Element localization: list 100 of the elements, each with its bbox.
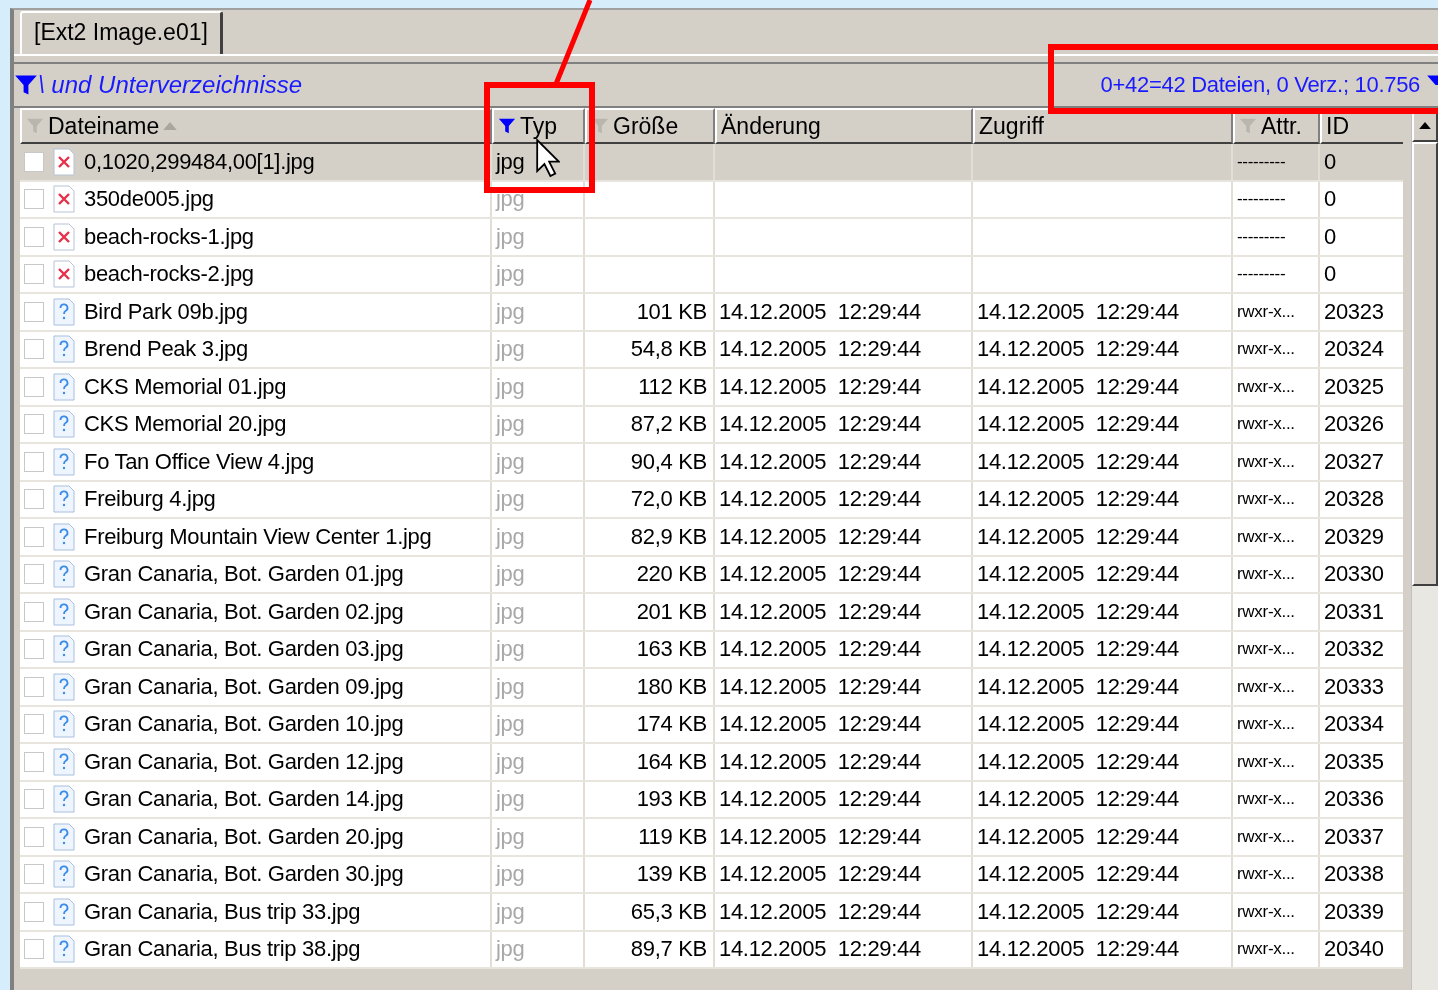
file-row[interactable]: Gran Canaria, Bot. Garden 02.jpg jpg 201 KB 14.12.2005 12:29:44 14.12.2005 12:29:44 rwxr-x... 20331: [20, 594, 1404, 632]
file-row[interactable]: CKS Memorial 01.jpg jpg 112 KB 14.12.2005 12:29:44 14.12.2005 12:29:44 rwxr-x... 20325: [20, 369, 1404, 407]
checkbox[interactable]: [24, 714, 44, 735]
file-row[interactable]: Gran Canaria, Bot. Garden 30.jpg jpg 139 KB 14.12.2005 12:29:44 14.12.2005 12:29:44 rwxr-x... 20338: [20, 856, 1404, 894]
checkbox[interactable]: [24, 526, 44, 547]
checkbox[interactable]: [24, 301, 44, 322]
date-cell: 14.12.2005 12:29:44: [977, 823, 1179, 850]
id-cell: 20329: [1324, 523, 1384, 550]
id-cell: 20340: [1324, 936, 1384, 963]
checkbox[interactable]: [24, 414, 44, 435]
file-row[interactable]: Freiburg Mountain View Center 1.jpg jpg 82,9 KB 14.12.2005 12:29:44 14.12.2005 12:29:44 rwxr-x... 20329: [20, 519, 1404, 557]
checkbox[interactable]: [24, 226, 44, 247]
scroll-thumb[interactable]: [1412, 142, 1438, 586]
id-cell: 20326: [1324, 411, 1384, 438]
id-cell: 0: [1324, 261, 1336, 288]
attributes-cell: rwxr-x...: [1237, 714, 1295, 735]
date-cell: 14.12.2005 12:29:44: [719, 861, 921, 888]
id-cell: 0: [1324, 223, 1336, 250]
file-row[interactable]: beach-rocks-2.jpg jpg --------- 0: [20, 256, 1404, 294]
file-row[interactable]: Gran Canaria, Bot. Garden 20.jpg jpg 119 KB 14.12.2005 12:29:44 14.12.2005 12:29:44 rwxr-x... 20337: [20, 819, 1404, 857]
column-header[interactable]: Änderung: [715, 108, 973, 144]
file-row[interactable]: Freiburg 4.jpg jpg 72,0 KB 14.12.2005 12:29:44 14.12.2005 12:29:44 rwxr-x... 20328: [20, 481, 1404, 519]
date-cell: 14.12.2005 12:29:44: [977, 711, 1179, 738]
file-name: Gran Canaria, Bot. Garden 30.jpg: [84, 861, 404, 888]
file-name: Brend Peak 3.jpg: [84, 336, 248, 363]
attributes-cell: rwxr-x...: [1237, 864, 1295, 885]
date-cell: 14.12.2005 12:29:44: [977, 486, 1179, 513]
file-row[interactable]: Gran Canaria, Bot. Garden 12.jpg jpg 164 KB 14.12.2005 12:29:44 14.12.2005 12:29:44 rwxr-x... 20335: [20, 744, 1404, 782]
attributes-cell: ---------: [1237, 189, 1286, 210]
checkbox[interactable]: [24, 826, 44, 847]
date-cell: 14.12.2005 12:29:44: [977, 636, 1179, 663]
file-name: Gran Canaria, Bot. Garden 12.jpg: [84, 748, 404, 775]
checkbox[interactable]: [24, 339, 44, 360]
file-name: CKS Memorial 20.jpg: [84, 411, 287, 438]
id-cell: 20335: [1324, 748, 1384, 775]
date-cell: 14.12.2005 12:29:44: [719, 561, 921, 588]
file-row[interactable]: Gran Canaria, Bus trip 38.jpg jpg 89,7 KB 14.12.2005 12:29:44 14.12.2005 12:29:44 rwxr-x... 20340: [20, 931, 1404, 969]
checkbox[interactable]: [24, 151, 44, 172]
checkbox[interactable]: [24, 864, 44, 885]
type-cell: jpg: [496, 861, 525, 888]
checkbox[interactable]: [24, 264, 44, 285]
date-cell: 14.12.2005 12:29:44: [719, 898, 921, 925]
checkbox[interactable]: [24, 564, 44, 585]
checkbox[interactable]: [24, 676, 44, 697]
file-row[interactable]: Gran Canaria, Bot. Garden 10.jpg jpg 174 KB 14.12.2005 12:29:44 14.12.2005 12:29:44 rwxr-x... 20334: [20, 706, 1404, 744]
checkbox[interactable]: [24, 789, 44, 810]
id-cell: 20327: [1324, 448, 1384, 475]
file-row[interactable]: Brend Peak 3.jpg jpg 54,8 KB 14.12.2005 12:29:44 14.12.2005 12:29:44 rwxr-x... 20324: [20, 331, 1404, 369]
file-row[interactable]: Gran Canaria, Bus trip 33.jpg jpg 65,3 KB 14.12.2005 12:29:44 14.12.2005 12:29:44 rwxr-x... 20339: [20, 894, 1404, 932]
checkbox[interactable]: [24, 376, 44, 397]
date-cell: 14.12.2005 12:29:44: [719, 711, 921, 738]
file-row[interactable]: Gran Canaria, Bot. Garden 09.jpg jpg 180 KB 14.12.2005 12:29:44 14.12.2005 12:29:44 rwxr-x... 20333: [20, 669, 1404, 707]
type-cell: jpg: [496, 636, 525, 663]
file-row[interactable]: beach-rocks-1.jpg jpg --------- 0: [20, 219, 1404, 257]
id-cell: 20331: [1324, 598, 1384, 625]
attributes-cell: ---------: [1237, 151, 1286, 172]
file-name: Gran Canaria, Bot. Garden 02.jpg: [84, 598, 404, 625]
file-row[interactable]: Gran Canaria, Bot. Garden 03.jpg jpg 163 KB 14.12.2005 12:29:44 14.12.2005 12:29:44 rwxr-x... 20332: [20, 631, 1404, 669]
date-cell: 14.12.2005 12:29:44: [977, 598, 1179, 625]
type-cell: jpg: [496, 148, 525, 175]
checkbox[interactable]: [24, 901, 44, 922]
checkbox[interactable]: [24, 939, 44, 960]
checkbox[interactable]: [24, 189, 44, 210]
type-cell: jpg: [496, 411, 525, 438]
column-header[interactable]: Dateiname: [20, 108, 492, 144]
date-cell: 14.12.2005 12:29:44: [977, 861, 1179, 888]
file-name: Bird Park 09b.jpg: [84, 298, 248, 325]
file-name: 350de005.jpg: [84, 186, 214, 213]
file-row[interactable]: Bird Park 09b.jpg jpg 101 KB 14.12.2005 12:29:44 14.12.2005 12:29:44 rwxr-x... 20323: [20, 294, 1404, 332]
file-name: Gran Canaria, Bot. Garden 03.jpg: [84, 636, 404, 663]
checkbox[interactable]: [24, 451, 44, 472]
file-row[interactable]: Fo Tan Office View 4.jpg jpg 90,4 KB 14.12.2005 12:29:44 14.12.2005 12:29:44 rwxr-x... 20327: [20, 444, 1404, 482]
id-cell: 0: [1324, 186, 1336, 213]
attributes-cell: rwxr-x...: [1237, 451, 1295, 472]
id-cell: 20334: [1324, 711, 1384, 738]
type-cell: jpg: [496, 523, 525, 550]
column-header[interactable]: Typ: [492, 108, 585, 144]
file-name: beach-rocks-1.jpg: [84, 223, 254, 250]
attributes-cell: ---------: [1237, 226, 1286, 247]
checkbox[interactable]: [24, 639, 44, 660]
date-cell: 14.12.2005 12:29:44: [977, 298, 1179, 325]
column-header[interactable]: Größe: [585, 108, 715, 144]
file-row[interactable]: Gran Canaria, Bot. Garden 14.jpg jpg 193 KB 14.12.2005 12:29:44 14.12.2005 12:29:44 rwxr-x... 20336: [20, 781, 1404, 819]
attributes-cell: rwxr-x...: [1237, 939, 1295, 960]
id-cell: 20333: [1324, 673, 1384, 700]
file-row[interactable]: 350de005.jpg jpg --------- 0: [20, 181, 1404, 219]
attributes-cell: rwxr-x...: [1237, 901, 1295, 922]
size-cell: 101 KB: [636, 298, 707, 325]
checkbox[interactable]: [24, 601, 44, 622]
type-cell: jpg: [496, 561, 525, 588]
file-row[interactable]: Gran Canaria, Bot. Garden 01.jpg jpg 220 KB 14.12.2005 12:29:44 14.12.2005 12:29:44 rwxr-x... 20330: [20, 556, 1404, 594]
file-row[interactable]: CKS Memorial 20.jpg jpg 87,2 KB 14.12.2005 12:29:44 14.12.2005 12:29:44 rwxr-x... 20326: [20, 406, 1404, 444]
checkbox[interactable]: [24, 751, 44, 772]
file-row[interactable]: 0,1020,299484,00[1].jpg jpg --------- 0: [20, 144, 1404, 182]
id-cell: 20339: [1324, 898, 1384, 925]
attributes-cell: rwxr-x...: [1237, 489, 1295, 510]
checkbox[interactable]: [24, 489, 44, 510]
id-cell: 20324: [1324, 336, 1384, 363]
tab[interactable]: [Ext2 Image.e01]: [20, 11, 223, 54]
type-cell: jpg: [496, 223, 525, 250]
